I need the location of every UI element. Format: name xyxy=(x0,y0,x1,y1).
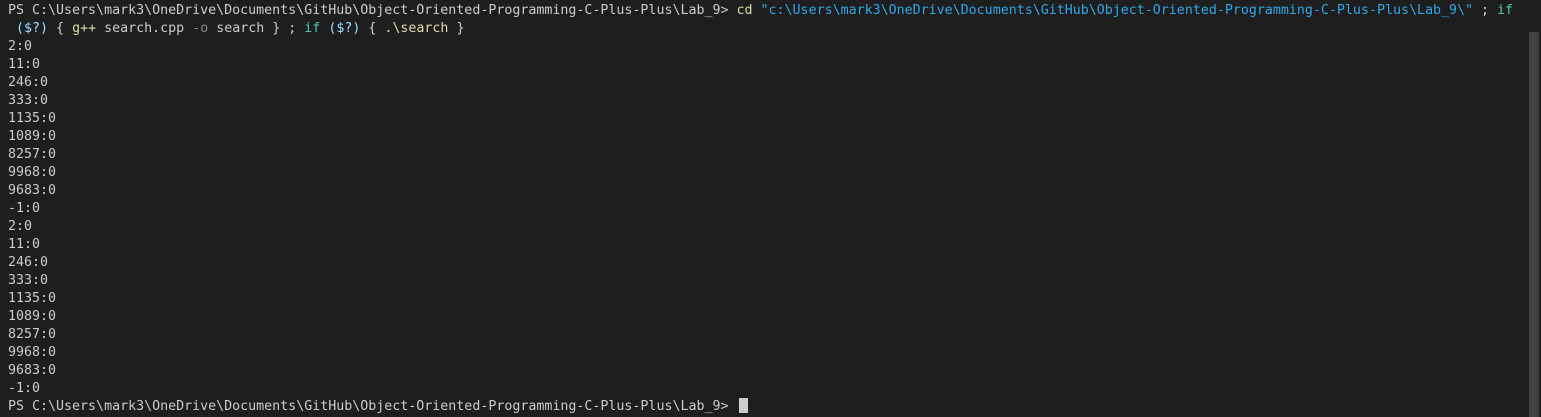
output-line: 9968:0 xyxy=(8,165,57,180)
output-line: 333:0 xyxy=(8,273,49,288)
output-line: 11:0 xyxy=(8,57,41,72)
brace-close: } xyxy=(264,21,289,36)
status-condition: ($?) xyxy=(328,21,361,36)
text-cursor xyxy=(738,398,748,413)
output-line: 9968:0 xyxy=(8,345,57,360)
scrollbar[interactable] xyxy=(1527,0,1541,417)
output-line: 246:0 xyxy=(8,255,49,270)
output-line: 11:0 xyxy=(8,237,41,252)
output-line: 2:0 xyxy=(8,219,33,234)
brace-close: } xyxy=(448,21,465,36)
command-line-2: ($?) { g++ search.cpp -o search } ; if (… xyxy=(8,20,1541,38)
output-line: 1135:0 xyxy=(8,111,57,126)
output-line: -1:0 xyxy=(8,381,41,396)
source-file: search.cpp xyxy=(96,21,193,36)
output-line: 1089:0 xyxy=(8,309,57,324)
terminal-output: PS C:\Users\mark3\OneDrive\Documents\Git… xyxy=(8,2,1541,416)
cd-command: cd xyxy=(736,3,753,18)
output-line: 246:0 xyxy=(8,75,49,90)
gpp-command: g++ xyxy=(72,21,97,36)
run-command: .\search xyxy=(384,21,449,36)
output-line: 1089:0 xyxy=(8,129,57,144)
scrollbar-thumb[interactable] xyxy=(1529,32,1539,417)
cd-path: "c:\Users\mark3\OneDrive\Documents\GitHu… xyxy=(760,3,1474,18)
output-line: 1135:0 xyxy=(8,291,57,306)
command-line-1: PS C:\Users\mark3\OneDrive\Documents\Git… xyxy=(8,2,1541,20)
output-line: 9683:0 xyxy=(8,183,57,198)
output-line: -1:0 xyxy=(8,201,41,216)
final-prompt-line[interactable]: PS C:\Users\mark3\OneDrive\Documents\Git… xyxy=(8,398,1541,416)
continuation-indent xyxy=(8,21,16,36)
terminal-panel[interactable]: PS C:\Users\mark3\OneDrive\Documents\Git… xyxy=(0,0,1541,417)
output-line: 333:0 xyxy=(8,93,49,108)
output-line: 8257:0 xyxy=(8,147,57,162)
if-keyword: if xyxy=(304,21,321,36)
prompt: PS C:\Users\mark3\OneDrive\Documents\Git… xyxy=(8,399,737,414)
output-flag: -o xyxy=(192,21,209,36)
separator: ; xyxy=(1473,3,1498,18)
output-line: 9683:0 xyxy=(8,363,57,378)
output-line: 8257:0 xyxy=(8,327,57,342)
output-line: 2:0 xyxy=(8,39,33,54)
status-condition: ($?) xyxy=(16,21,49,36)
program-output: 2:0 11:0 246:0 333:0 1135:0 1089:0 8257:0 9968:… xyxy=(8,38,1541,398)
prompt: PS C:\Users\mark3\OneDrive\Documents\Git… xyxy=(8,3,737,18)
brace-open: { xyxy=(360,21,385,36)
brace-open: { xyxy=(48,21,73,36)
if-keyword: if xyxy=(1497,3,1514,18)
separator: ; xyxy=(288,21,305,36)
output-name: search xyxy=(208,21,265,36)
